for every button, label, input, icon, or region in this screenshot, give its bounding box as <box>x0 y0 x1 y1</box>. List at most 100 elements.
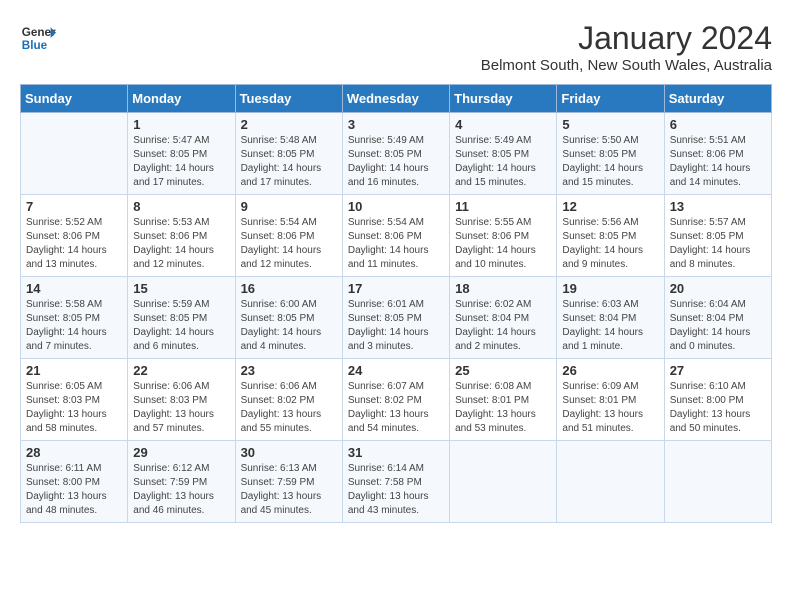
day-info: Sunrise: 5:47 AM Sunset: 8:05 PM Dayligh… <box>133 134 229 190</box>
day-info: Sunrise: 6:08 AM Sunset: 8:01 PM Dayligh… <box>455 380 551 436</box>
logo-icon: General Blue <box>20 20 56 56</box>
day-cell <box>21 113 128 195</box>
day-info: Sunrise: 5:54 AM Sunset: 8:06 PM Dayligh… <box>241 216 337 272</box>
day-cell: 16Sunrise: 6:00 AM Sunset: 8:05 PM Dayli… <box>235 277 342 359</box>
day-info: Sunrise: 5:52 AM Sunset: 8:06 PM Dayligh… <box>26 216 122 272</box>
day-number: 8 <box>133 199 229 214</box>
day-cell: 17Sunrise: 6:01 AM Sunset: 8:05 PM Dayli… <box>342 277 449 359</box>
day-info: Sunrise: 6:10 AM Sunset: 8:00 PM Dayligh… <box>670 380 766 436</box>
calendar-table: SundayMondayTuesdayWednesdayThursdayFrid… <box>20 84 772 523</box>
day-cell: 1 Sunrise: 5:47 AM Sunset: 8:05 PM Daylig… <box>128 113 235 195</box>
column-header-saturday: Saturday <box>664 85 771 113</box>
week-row-1: 1 Sunrise: 5:47 AM Sunset: 8:05 PM Daylig… <box>21 113 772 195</box>
day-info: Sunrise: 5:55 AM Sunset: 8:06 PM Dayligh… <box>455 216 551 272</box>
day-cell: 19 Sunrise: 6:03 AM Sunset: 8:04 PM Dayli… <box>557 277 664 359</box>
day-number: 31 <box>348 445 444 460</box>
day-info: Sunrise: 6:13 AM Sunset: 7:59 PM Dayligh… <box>241 462 337 518</box>
day-number: 18 <box>455 281 551 296</box>
column-header-monday: Monday <box>128 85 235 113</box>
svg-text:Blue: Blue <box>22 39 48 52</box>
day-number: 4 <box>455 117 551 132</box>
day-number: 7 <box>26 199 122 214</box>
day-info: Sunrise: 5:53 AM Sunset: 8:06 PM Dayligh… <box>133 216 229 272</box>
day-cell: 15 Sunrise: 5:59 AM Sunset: 8:05 PM Dayli… <box>128 277 235 359</box>
day-cell: 4Sunrise: 5:49 AM Sunset: 8:05 PM Daylig… <box>450 113 557 195</box>
week-row-3: 14Sunrise: 5:58 AM Sunset: 8:05 PM Dayli… <box>21 277 772 359</box>
day-number: 19 <box>562 281 658 296</box>
day-number: 30 <box>241 445 337 460</box>
day-info: Sunrise: 5:48 AM Sunset: 8:05 PM Dayligh… <box>241 134 337 190</box>
day-number: 6 <box>670 117 766 132</box>
column-header-tuesday: Tuesday <box>235 85 342 113</box>
day-cell: 29Sunrise: 6:12 AM Sunset: 7:59 PM Dayli… <box>128 441 235 523</box>
day-info: Sunrise: 6:12 AM Sunset: 7:59 PM Dayligh… <box>133 462 229 518</box>
day-cell: 18 Sunrise: 6:02 AM Sunset: 8:04 PM Dayli… <box>450 277 557 359</box>
day-info: Sunrise: 6:06 AM Sunset: 8:03 PM Dayligh… <box>133 380 229 436</box>
day-info: Sunrise: 6:06 AM Sunset: 8:02 PM Dayligh… <box>241 380 337 436</box>
day-info: Sunrise: 5:56 AM Sunset: 8:05 PM Dayligh… <box>562 216 658 272</box>
day-number: 22 <box>133 363 229 378</box>
day-cell: 26 Sunrise: 6:09 AM Sunset: 8:01 PM Dayli… <box>557 359 664 441</box>
day-info: Sunrise: 6:04 AM Sunset: 8:04 PM Dayligh… <box>670 298 766 354</box>
day-cell <box>450 441 557 523</box>
day-cell: 7 Sunrise: 5:52 AM Sunset: 8:06 PM Daylig… <box>21 195 128 277</box>
day-cell: 8 Sunrise: 5:53 AM Sunset: 8:06 PM Daylig… <box>128 195 235 277</box>
day-info: Sunrise: 6:14 AM Sunset: 7:58 PM Dayligh… <box>348 462 444 518</box>
day-number: 13 <box>670 199 766 214</box>
day-number: 10 <box>348 199 444 214</box>
day-cell: 27 Sunrise: 6:10 AM Sunset: 8:00 PM Dayli… <box>664 359 771 441</box>
day-cell: 25 Sunrise: 6:08 AM Sunset: 8:01 PM Dayli… <box>450 359 557 441</box>
day-info: Sunrise: 6:02 AM Sunset: 8:04 PM Dayligh… <box>455 298 551 354</box>
logo: General Blue <box>20 20 56 56</box>
day-info: Sunrise: 6:05 AM Sunset: 8:03 PM Dayligh… <box>26 380 122 436</box>
day-info: Sunrise: 6:03 AM Sunset: 8:04 PM Dayligh… <box>562 298 658 354</box>
day-number: 11 <box>455 199 551 214</box>
day-cell <box>664 441 771 523</box>
day-cell: 20Sunrise: 6:04 AM Sunset: 8:04 PM Dayli… <box>664 277 771 359</box>
day-cell: 14Sunrise: 5:58 AM Sunset: 8:05 PM Dayli… <box>21 277 128 359</box>
day-number: 15 <box>133 281 229 296</box>
day-cell: 9 Sunrise: 5:54 AM Sunset: 8:06 PM Daylig… <box>235 195 342 277</box>
day-info: Sunrise: 5:49 AM Sunset: 8:05 PM Dayligh… <box>348 134 444 190</box>
day-info: Sunrise: 5:50 AM Sunset: 8:05 PM Dayligh… <box>562 134 658 190</box>
day-cell: 24Sunrise: 6:07 AM Sunset: 8:02 PM Dayli… <box>342 359 449 441</box>
day-cell: 5 Sunrise: 5:50 AM Sunset: 8:05 PM Daylig… <box>557 113 664 195</box>
column-header-friday: Friday <box>557 85 664 113</box>
day-info: Sunrise: 5:51 AM Sunset: 8:06 PM Dayligh… <box>670 134 766 190</box>
day-number: 2 <box>241 117 337 132</box>
column-header-wednesday: Wednesday <box>342 85 449 113</box>
day-number: 5 <box>562 117 658 132</box>
day-cell: 22 Sunrise: 6:06 AM Sunset: 8:03 PM Dayli… <box>128 359 235 441</box>
day-number: 27 <box>670 363 766 378</box>
location-subtitle: Belmont South, New South Wales, Australi… <box>481 57 772 74</box>
day-cell: 31 Sunrise: 6:14 AM Sunset: 7:58 PM Dayli… <box>342 441 449 523</box>
week-row-5: 28Sunrise: 6:11 AM Sunset: 8:00 PM Dayli… <box>21 441 772 523</box>
week-row-4: 21 Sunrise: 6:05 AM Sunset: 8:03 PM Dayli… <box>21 359 772 441</box>
day-info: Sunrise: 5:57 AM Sunset: 8:05 PM Dayligh… <box>670 216 766 272</box>
day-number: 14 <box>26 281 122 296</box>
day-number: 26 <box>562 363 658 378</box>
day-cell: 28Sunrise: 6:11 AM Sunset: 8:00 PM Dayli… <box>21 441 128 523</box>
day-number: 21 <box>26 363 122 378</box>
month-title: January 2024 <box>481 20 772 57</box>
day-info: Sunrise: 5:59 AM Sunset: 8:05 PM Dayligh… <box>133 298 229 354</box>
day-number: 9 <box>241 199 337 214</box>
day-cell: 12Sunrise: 5:56 AM Sunset: 8:05 PM Dayli… <box>557 195 664 277</box>
week-row-2: 7 Sunrise: 5:52 AM Sunset: 8:06 PM Daylig… <box>21 195 772 277</box>
day-number: 25 <box>455 363 551 378</box>
day-number: 16 <box>241 281 337 296</box>
column-header-thursday: Thursday <box>450 85 557 113</box>
day-cell: 3 Sunrise: 5:49 AM Sunset: 8:05 PM Daylig… <box>342 113 449 195</box>
day-cell: 10 Sunrise: 5:54 AM Sunset: 8:06 PM Dayli… <box>342 195 449 277</box>
day-number: 3 <box>348 117 444 132</box>
day-info: Sunrise: 5:54 AM Sunset: 8:06 PM Dayligh… <box>348 216 444 272</box>
day-cell: 30 Sunrise: 6:13 AM Sunset: 7:59 PM Dayli… <box>235 441 342 523</box>
page-header: General Blue January 2024 Belmont South,… <box>20 20 772 74</box>
day-number: 28 <box>26 445 122 460</box>
day-cell <box>557 441 664 523</box>
day-info: Sunrise: 6:09 AM Sunset: 8:01 PM Dayligh… <box>562 380 658 436</box>
day-number: 1 <box>133 117 229 132</box>
day-cell: 21 Sunrise: 6:05 AM Sunset: 8:03 PM Dayli… <box>21 359 128 441</box>
day-cell: 13 Sunrise: 5:57 AM Sunset: 8:05 PM Dayli… <box>664 195 771 277</box>
title-block: January 2024 Belmont South, New South Wa… <box>481 20 772 74</box>
